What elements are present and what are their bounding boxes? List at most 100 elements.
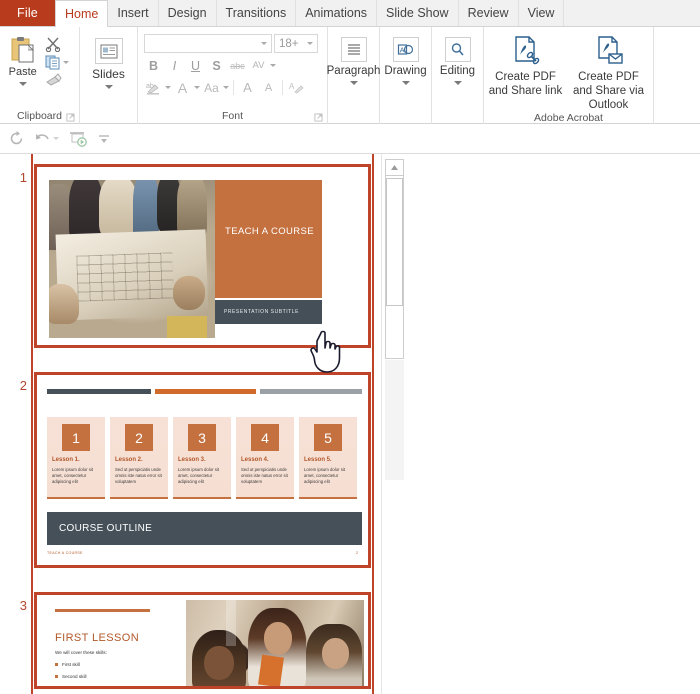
change-case-button[interactable]: Aa bbox=[202, 78, 221, 97]
highlight-pen-icon: ab bbox=[146, 83, 159, 95]
lesson-number: 5 bbox=[314, 424, 342, 451]
slides-dropdown-caret-icon[interactable] bbox=[104, 85, 113, 89]
tab-file[interactable]: File bbox=[0, 0, 55, 26]
scrollbar-lower-track[interactable] bbox=[385, 360, 404, 480]
ribbon-tab-bar: File Home Insert Design Transitions Anim… bbox=[0, 0, 700, 27]
tab-transitions[interactable]: Transitions bbox=[216, 0, 297, 26]
svg-text:A: A bbox=[400, 45, 405, 54]
slide-layout-icon bbox=[100, 44, 117, 58]
bullet-marker-icon bbox=[55, 675, 58, 678]
slide-3-accent-rule bbox=[55, 609, 150, 612]
character-spacing-button[interactable]: AV bbox=[249, 56, 268, 75]
slide-3-frame[interactable]: FIRST LESSON We will cover these skills:… bbox=[34, 592, 371, 689]
change-case-caret-icon[interactable] bbox=[223, 86, 229, 89]
copy-icon[interactable] bbox=[45, 55, 61, 70]
editing-dropdown-caret-icon[interactable] bbox=[453, 81, 462, 85]
increase-font-size-button[interactable]: A bbox=[238, 78, 257, 97]
tab-slide-show[interactable]: Slide Show bbox=[377, 0, 459, 26]
slide-panel-scrollbar[interactable] bbox=[381, 154, 405, 694]
customize-toolbar-button[interactable] bbox=[97, 132, 111, 146]
clipboard-dialog-launcher-icon[interactable] bbox=[66, 113, 75, 122]
underline-button[interactable]: U bbox=[186, 56, 205, 75]
paste-button[interactable]: Paste bbox=[0, 30, 45, 86]
font-color-button[interactable]: A bbox=[173, 78, 192, 97]
bold-button[interactable]: B bbox=[144, 56, 163, 75]
tab-review[interactable]: Review bbox=[458, 0, 519, 26]
text-highlight-caret-icon[interactable] bbox=[165, 86, 171, 89]
strikethrough-button[interactable]: abc bbox=[228, 56, 247, 75]
create-pdf-share-outlook-button[interactable]: Create PDF and Share via Outlook bbox=[567, 34, 650, 112]
font-dialog-launcher-icon[interactable] bbox=[314, 113, 323, 122]
editing-button[interactable]: Editing bbox=[432, 30, 483, 85]
slide-2-lesson-card: 5 Lesson 5. Lorem ipsum dolor sit amet, … bbox=[299, 417, 357, 499]
slide-1-subtitle: PRESENTATION SUBTITLE bbox=[224, 309, 299, 315]
font-size-input[interactable]: 18+ bbox=[274, 34, 318, 53]
lesson-body: Sed ut perspiciatis unde omnis iste natu… bbox=[115, 467, 162, 484]
format-painter-icon[interactable] bbox=[45, 73, 63, 87]
undo-dropdown-caret-icon[interactable] bbox=[53, 137, 59, 140]
text-shadow-button[interactable]: S bbox=[207, 56, 226, 75]
slides-button[interactable]: Slides bbox=[80, 30, 138, 89]
tab-insert[interactable]: Insert bbox=[108, 0, 159, 26]
paragraph-dropdown-caret-icon[interactable] bbox=[349, 81, 358, 85]
tab-animations[interactable]: Animations bbox=[296, 0, 378, 26]
lesson-title: Lesson 5. bbox=[304, 457, 332, 463]
scrollbar-thumb[interactable] bbox=[386, 178, 403, 306]
font-size-caret-icon[interactable] bbox=[307, 42, 313, 45]
font-name-input[interactable] bbox=[144, 34, 272, 53]
tab-file-label: File bbox=[17, 6, 38, 20]
repeat-button[interactable] bbox=[8, 130, 25, 147]
clear-formatting-button[interactable]: A bbox=[287, 78, 306, 97]
font-name-caret-icon[interactable] bbox=[261, 42, 267, 45]
undo-button[interactable] bbox=[34, 130, 59, 147]
font-group-separator bbox=[233, 80, 234, 95]
tab-view[interactable]: View bbox=[518, 0, 565, 26]
tab-design[interactable]: Design bbox=[158, 0, 217, 26]
tab-view-label: View bbox=[527, 6, 555, 20]
lesson-number: 1 bbox=[62, 424, 90, 451]
decrease-font-size-button[interactable]: A bbox=[259, 78, 278, 97]
bullet-marker-icon bbox=[55, 663, 58, 666]
slide-2-frame[interactable]: 1 Lesson 1. Lorem ipsum dolor sit amet, … bbox=[34, 372, 371, 568]
tab-home[interactable]: Home bbox=[55, 0, 109, 27]
tab-transitions-label: Transitions bbox=[225, 6, 287, 20]
drawing-dropdown-caret-icon[interactable] bbox=[401, 81, 410, 85]
scissors-icon[interactable] bbox=[45, 36, 62, 52]
tab-design-label: Design bbox=[167, 6, 207, 20]
lesson-title: Lesson 2. bbox=[115, 457, 143, 463]
ribbon-group-acrobat: Create PDF and Share link Create PDF and… bbox=[484, 27, 654, 124]
drawing-shapes-icon: A bbox=[397, 43, 414, 55]
text-highlight-color-button[interactable]: ab bbox=[144, 78, 163, 97]
start-slideshow-button[interactable] bbox=[68, 130, 88, 148]
copy-dropdown-caret-icon[interactable] bbox=[63, 61, 70, 64]
scroll-up-button[interactable] bbox=[385, 159, 404, 176]
magnifier-icon bbox=[451, 43, 464, 56]
slide-3-photo bbox=[186, 600, 364, 686]
create-pdf-and-share-link-button[interactable]: Create PDF and Share link bbox=[484, 34, 567, 98]
slide-2-banner-title: COURSE OUTLINE bbox=[59, 523, 153, 534]
character-spacing-caret-icon[interactable] bbox=[270, 64, 276, 67]
clear-formatting-icon: A bbox=[289, 82, 304, 93]
slide-2-banner: COURSE OUTLINE bbox=[47, 512, 362, 545]
italic-button[interactable]: I bbox=[165, 56, 184, 75]
slide-3-bullet-item: First skill bbox=[55, 662, 80, 667]
paste-dropdown-caret-icon[interactable] bbox=[18, 82, 27, 86]
customize-toolbar-icon bbox=[99, 134, 109, 143]
slide-2-lesson-card: 3 Lesson 3. Lorem ipsum dolor sit amet, … bbox=[173, 417, 231, 499]
slide-thumbnail-panel[interactable]: 1 TEACH A COURSE PRESENTATION SUBTITLE 2… bbox=[0, 154, 381, 694]
paragraph-button[interactable]: Paragraph bbox=[327, 30, 380, 85]
drawing-button[interactable]: A Drawing bbox=[380, 30, 431, 85]
panel-selection-border-right bbox=[372, 154, 374, 694]
slide-editing-canvas[interactable] bbox=[405, 154, 700, 694]
scroll-up-arrow-icon bbox=[391, 165, 398, 170]
slide-number-2: 2 bbox=[19, 378, 27, 393]
slide-1-frame[interactable]: TEACH A COURSE PRESENTATION SUBTITLE bbox=[34, 164, 371, 348]
slide-2-lesson-card: 4 Lesson 4. Sed ut perspiciatis unde omn… bbox=[236, 417, 294, 499]
tab-review-label: Review bbox=[467, 6, 509, 20]
repeat-icon bbox=[10, 131, 23, 145]
font-group-label: Font bbox=[221, 110, 243, 122]
quick-access-toolbar bbox=[0, 124, 700, 154]
slide-2-lesson-card: 2 Lesson 2. Sed ut perspiciatis unde omn… bbox=[110, 417, 168, 499]
ribbon-filler bbox=[654, 27, 700, 124]
font-color-caret-icon[interactable] bbox=[194, 86, 200, 89]
